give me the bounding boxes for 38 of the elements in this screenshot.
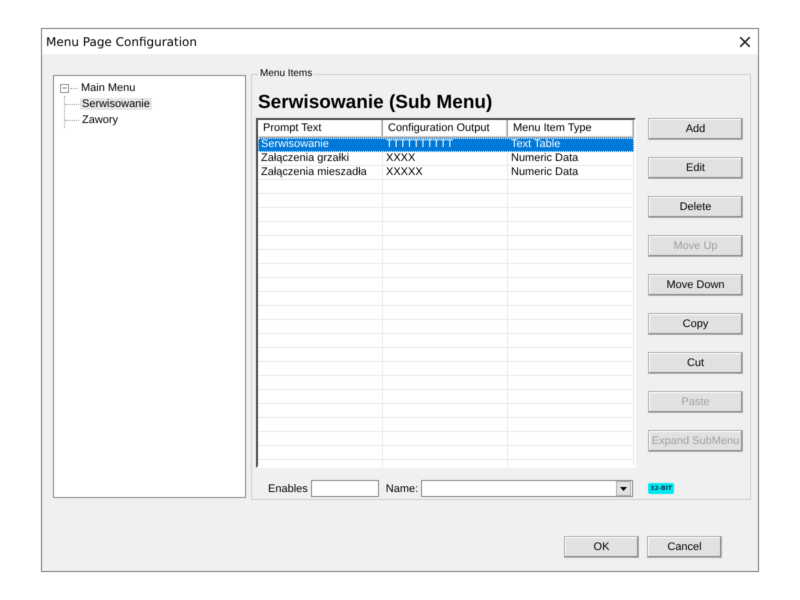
table-cell-text: Numeric Data xyxy=(510,166,580,180)
table-row[interactable]: Załączenia mieszadła XXXXX Numeric Data xyxy=(258,166,634,180)
menu-tree[interactable]: − Main Menu Serwisowanie Zawory xyxy=(53,75,246,498)
field-label: Enables xyxy=(268,482,308,494)
field-label: Name: xyxy=(386,482,418,494)
table-cell-text: TTTTTTTTTT xyxy=(385,138,454,152)
dialog-button[interactable]: Cancel xyxy=(647,536,722,558)
close-button[interactable]: × xyxy=(732,30,758,52)
table-row[interactable]: Serwisowanie TTTTTTTTTT Text Table xyxy=(258,138,634,152)
action-button[interactable]: Delete xyxy=(648,196,743,218)
action-button[interactable]: Edit xyxy=(648,157,743,179)
column-header[interactable]: Configuration Output xyxy=(383,120,508,137)
action-button[interactable]: Cut xyxy=(648,352,743,374)
tree-item[interactable]: Zawory xyxy=(80,114,120,126)
action-button[interactable]: Copy xyxy=(648,313,743,335)
menu-items-table[interactable]: Prompt Text Configuration Output Menu Item Type Serwisowanie TTTTTTTTTT Text Table Załączenia grzałki XXXX Numeric Data Załączenia mieszadła XXXXX Numeric Data xyxy=(256,118,636,468)
dropdown-arrow-icon xyxy=(620,486,628,490)
column-header[interactable]: Menu Item Type xyxy=(508,120,634,137)
table-row[interactable]: Załączenia grzałki XXXX Numeric Data xyxy=(258,152,634,166)
collapse-toggle[interactable]: − xyxy=(60,84,69,92)
column-header[interactable]: Prompt Text xyxy=(258,120,383,137)
dialog-button[interactable]: OK xyxy=(564,536,639,558)
group-label: Menu Items xyxy=(258,68,314,79)
tree-item[interactable]: Main Menu xyxy=(79,82,138,94)
window-title: Menu Page Configuration xyxy=(46,34,198,48)
table-cell-text: XXXX xyxy=(385,152,416,166)
tree-item[interactable]: Serwisowanie xyxy=(80,98,152,110)
table-cell-text: Załączenia mieszadła xyxy=(260,166,368,180)
menu-heading: Serwisowanie (Sub Menu) xyxy=(258,92,494,114)
table-cell-text: Text Table xyxy=(510,138,562,152)
table-cell-text: Załączenia grzałki xyxy=(260,152,350,166)
table-cell-text: Numeric Data xyxy=(510,152,580,166)
enables-field[interactable] xyxy=(310,480,379,497)
table-cell-text: Serwisowanie xyxy=(260,138,330,152)
action-button[interactable]: Add xyxy=(648,118,743,140)
table-cell-text: XXXXX xyxy=(385,166,424,180)
name-dropdown[interactable] xyxy=(421,480,634,497)
action-button[interactable]: Move Down xyxy=(648,274,743,296)
